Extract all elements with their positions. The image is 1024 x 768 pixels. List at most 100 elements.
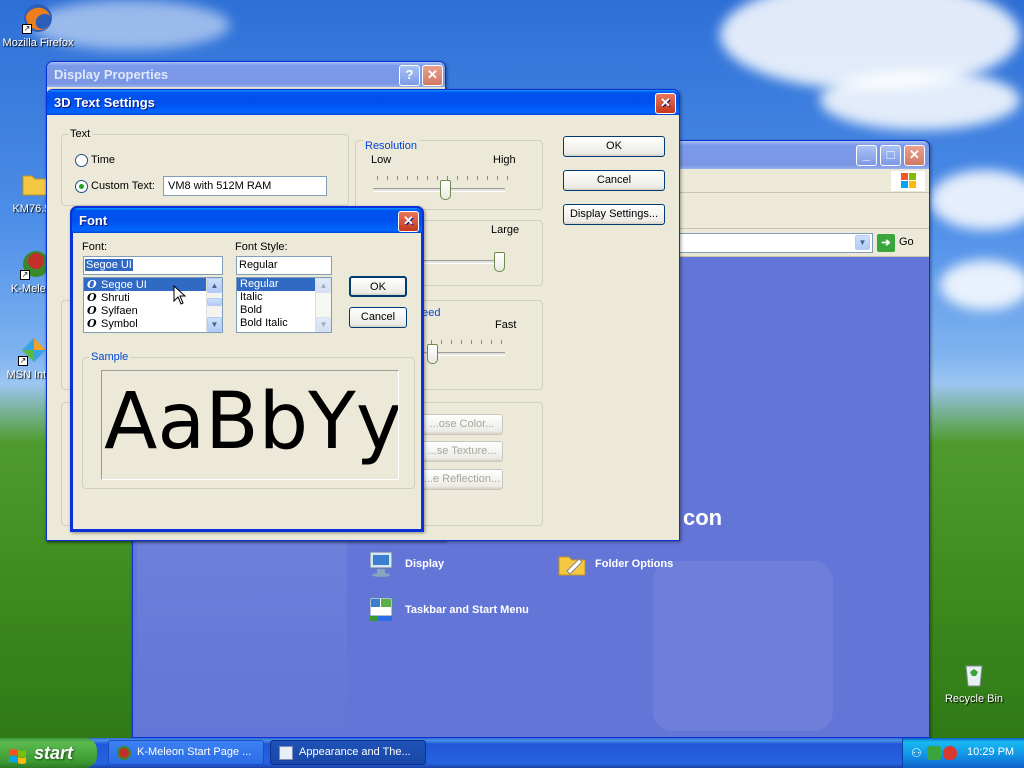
radio-label: Custom Text: [91,180,155,192]
cloud [930,170,1024,230]
choose-reflection-button[interactable]: ...e Reflection... [421,469,503,490]
opentype-icon: O [87,278,97,291]
font-list-item[interactable]: O Symbol [84,317,222,330]
scroll-up-icon[interactable]: ▲ [207,278,222,293]
resolution-slider-thumb[interactable] [439,180,451,200]
size-slider-thumb[interactable] [494,252,505,272]
font-name-value: Segoe UI [85,259,133,271]
firefox-icon: ↗ [22,2,54,34]
go-arrow-icon[interactable]: ➔ [877,234,895,252]
window-title: Display Properties [54,67,169,82]
ok-button[interactable]: OK [563,136,665,157]
close-button[interactable]: ✕ [398,211,419,232]
maximize-button[interactable]: □ [880,145,901,166]
font-dialog-titlebar: Font ✕ [72,208,422,233]
cancel-button[interactable]: Cancel [563,170,665,191]
choose-color-button[interactable]: ...ose Color... [421,414,503,435]
slider-max-label: Fast [495,319,517,331]
link-display[interactable]: Display [367,549,547,579]
task-label: K-Meleon Start Page ... [137,746,252,758]
font-style-input[interactable]: Regular [236,256,332,275]
clock[interactable]: 10:29 PM [967,746,1014,758]
group-label: Sample [89,351,131,363]
window-title: Font [79,213,108,228]
minimize-button[interactable]: _ [856,145,877,166]
choose-texture-button[interactable]: ...se Texture... [421,441,503,462]
taskbar-button-kmeleon[interactable]: K-Meleon Start Page ... [108,740,264,765]
start-label: start [34,743,74,763]
mouse-cursor-icon [173,284,187,305]
scroll-down-icon[interactable]: ▼ [316,317,331,332]
display-properties-titlebar: Display Properties ? ✕ [47,62,445,87]
slider-max-label: Large [491,224,520,236]
cancel-button[interactable]: Cancel [349,307,407,328]
sample-preview: AaBbYy [101,370,399,480]
custom-text-input[interactable]: VM8 with 512M RAM [163,176,327,196]
scroll-down-icon[interactable]: ▼ [207,317,222,332]
slider-max-label: High [493,154,516,166]
text-3d-titlebar: 3D Text Settings ✕ [47,90,679,115]
font-list-item[interactable]: O Sylfaen [84,304,222,317]
start-button[interactable]: start [0,738,97,768]
kmeleon-icon [117,746,131,760]
link-label: Display [405,558,445,570]
taskbar: start K-Meleon Start Page ... Appearance… [0,738,1024,768]
ok-button[interactable]: OK [349,276,407,297]
display-icon [367,549,397,579]
network-icon[interactable]: ⚇ [911,746,925,760]
system-tray: ⚇ 10:29 PM [902,738,1024,768]
window-title: 3D Text Settings [54,95,155,110]
folder-options-icon [557,549,587,579]
category-heading: con [683,505,723,530]
control-panel-icon [279,746,293,760]
windows-logo-icon [891,171,925,191]
close-icon[interactable]: ✕ [904,145,925,166]
radio-time[interactable] [75,154,88,167]
close-button[interactable]: ✕ [655,93,676,114]
font-dialog: Font ✕ Font: Segoe UI O Segoe UI O Shruti … [70,206,424,532]
windows-flag-icon [8,744,28,764]
recycle-bin-icon [958,658,990,690]
font-list-item[interactable]: O Segoe UI [84,278,222,291]
scroll-thumb[interactable] [207,298,222,306]
group-label: Resolution [363,140,419,152]
sample-text: AaBbYy [104,377,399,467]
slider-ticks [431,340,511,344]
scroll-up-icon[interactable]: ▲ [316,278,331,293]
slider-min-label: Low [371,154,392,166]
font-list-item[interactable]: O Shruti [84,291,222,304]
opentype-icon: O [87,291,97,304]
taskbar-button-appearance[interactable]: Appearance and The... [270,740,426,765]
font-style-label: Font Style: [235,241,288,253]
close-button[interactable]: ✕ [422,65,443,86]
font-item-label: Sylfaen [101,305,138,317]
security-shield-icon[interactable] [927,746,941,760]
radio-label: Time [91,154,116,166]
font-list[interactable]: O Segoe UI O Shruti O Sylfaen O Symbol ▲ ▼ [83,277,223,333]
font-style-scrollbar[interactable]: ▲ ▼ [315,278,331,332]
task-label: Appearance and The... [299,746,411,758]
font-name-input[interactable]: Segoe UI [83,256,223,275]
font-list-scrollbar[interactable]: ▲ ▼ [206,278,222,332]
link-folder-options[interactable]: Folder Options [557,549,737,579]
link-taskbar-start-menu[interactable]: Taskbar and Start Menu [367,595,567,625]
desktop-icon-label: Recycle Bin [944,693,1004,705]
display-settings-button[interactable]: Display Settings... [563,204,665,225]
font-style-list[interactable]: Regular Italic Bold Bold Italic ▲ ▼ [236,277,332,333]
chevron-down-icon[interactable]: ▼ [855,235,870,250]
opentype-icon: O [87,304,97,317]
category-watermark-icon [653,561,833,731]
desktop-icon-firefox[interactable]: ↗ Mozilla Firefox [0,2,76,49]
font-label: Font: [82,241,108,253]
alert-shield-icon[interactable] [943,746,957,760]
font-item-label: Symbol [101,318,138,330]
speed-slider-thumb[interactable] [426,344,438,364]
go-button[interactable]: Go [899,236,914,248]
taskbar-icon [367,595,397,625]
link-label: Folder Options [595,558,674,570]
help-button[interactable]: ? [399,65,420,86]
radio-custom-text[interactable] [75,180,88,193]
desktop-icon-recycle-bin[interactable]: Recycle Bin [936,658,1012,705]
cloud [820,70,1020,130]
group-label: Text [68,128,93,140]
